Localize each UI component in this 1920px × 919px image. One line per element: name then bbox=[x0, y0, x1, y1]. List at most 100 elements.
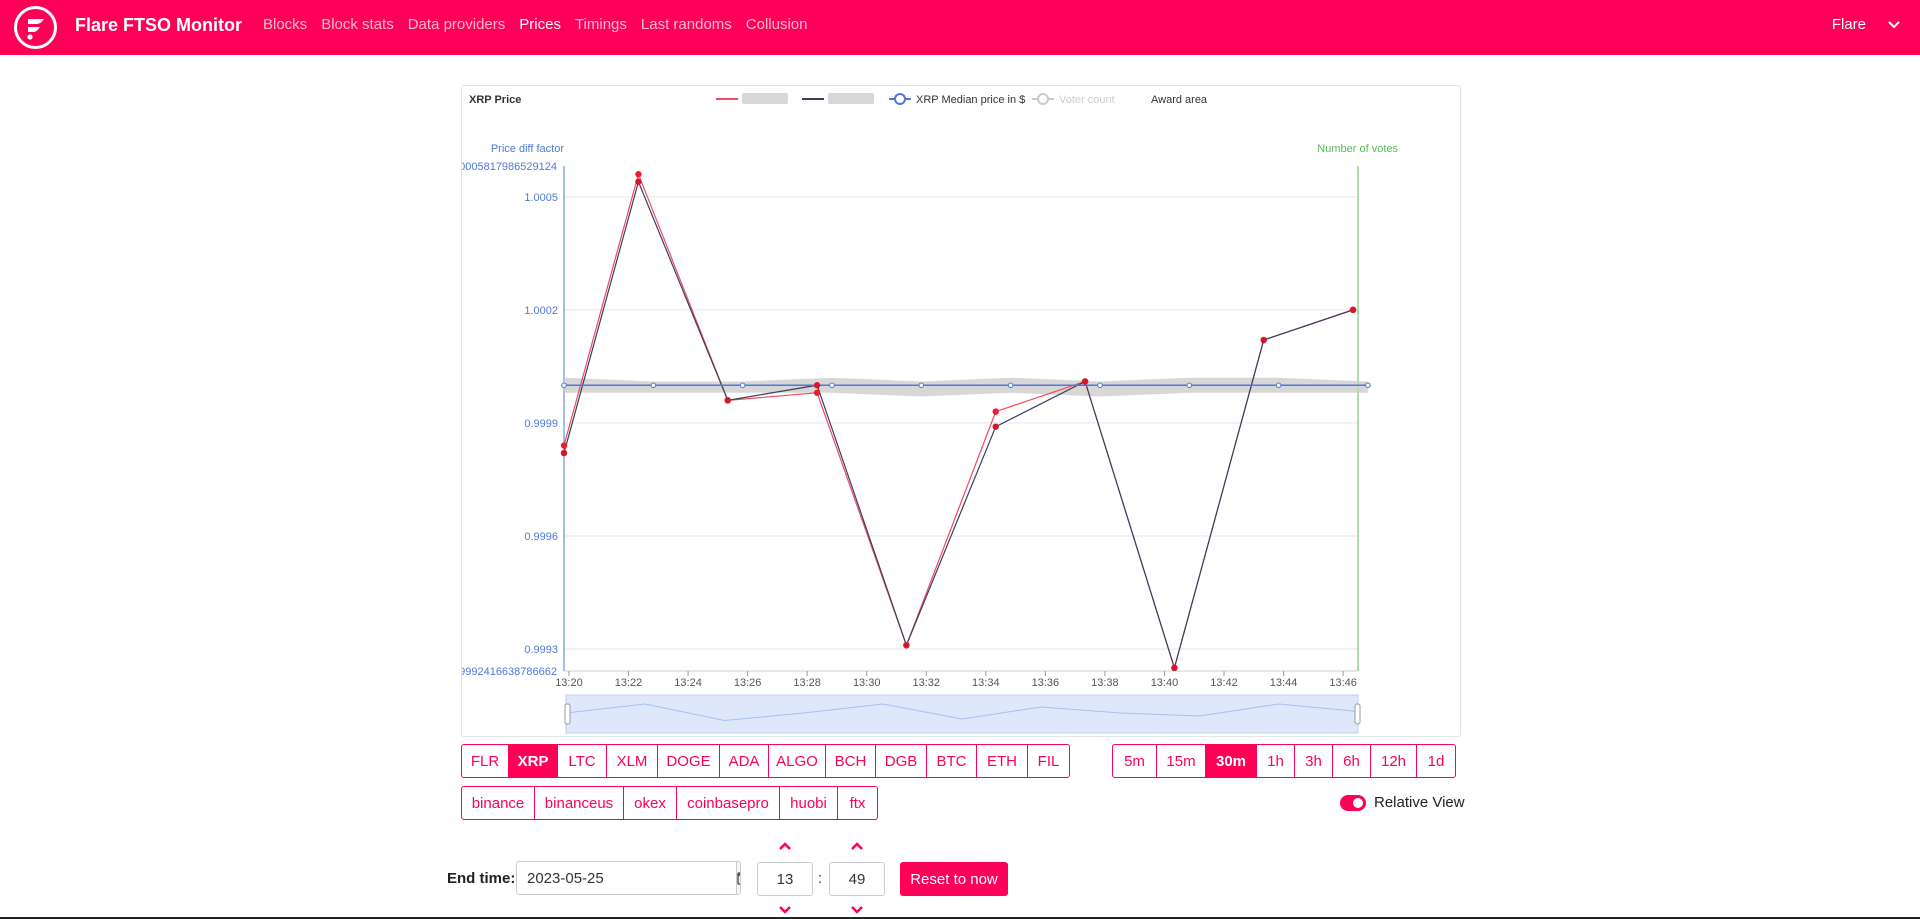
nav-block-stats[interactable]: Block stats bbox=[321, 16, 394, 33]
asset-button-ada[interactable]: ADA bbox=[719, 744, 769, 778]
flare-logo-icon[interactable] bbox=[13, 5, 58, 50]
x-tick-label: 13:34 bbox=[972, 677, 1000, 689]
legend-label-voter-count: Voter count bbox=[1059, 94, 1115, 106]
series-point bbox=[560, 442, 568, 449]
range-selector: 5m 15m 30m 1h 3h 6h 12h 1d bbox=[1112, 744, 1456, 778]
range-button-12h[interactable]: 12h bbox=[1370, 744, 1417, 778]
time-separator: : bbox=[818, 870, 823, 887]
asset-button-bch[interactable]: BCH bbox=[825, 744, 876, 778]
legend-series-name-redacted bbox=[742, 93, 788, 104]
series-point bbox=[992, 408, 999, 415]
x-tick-label: 13:40 bbox=[1151, 677, 1179, 689]
range-button-1h[interactable]: 1h bbox=[1256, 744, 1295, 778]
series-point bbox=[813, 389, 821, 396]
main-nav: Blocks Block stats Data providers Prices Tim… bbox=[263, 16, 808, 33]
hour-input[interactable]: 13 bbox=[757, 862, 813, 896]
range-navigator-handle-left bbox=[564, 703, 571, 725]
range-button-30m[interactable]: 30m bbox=[1205, 744, 1257, 778]
nav-prices[interactable]: Prices bbox=[519, 16, 561, 33]
nav-timings[interactable]: Timings bbox=[575, 16, 627, 33]
series-point bbox=[635, 171, 642, 178]
asset-button-fil[interactable]: FIL bbox=[1027, 744, 1070, 778]
exchange-button-huobi[interactable]: huobi bbox=[779, 786, 838, 820]
award-area-band bbox=[564, 377, 1368, 397]
x-tick-label: 13:28 bbox=[793, 677, 821, 689]
minute-down-icon[interactable] bbox=[850, 905, 864, 915]
minute-input[interactable]: 49 bbox=[829, 862, 885, 896]
series-point bbox=[1171, 664, 1178, 672]
median-price-point bbox=[739, 382, 746, 389]
median-price-point bbox=[1275, 382, 1282, 389]
app-title[interactable]: Flare FTSO Monitor bbox=[75, 15, 242, 36]
hour-up-icon[interactable] bbox=[778, 841, 792, 851]
median-price-point bbox=[1365, 382, 1371, 389]
legend-votes-marker bbox=[1037, 93, 1049, 105]
network-selector[interactable]: Flare bbox=[1832, 16, 1900, 33]
legend-label-award-area: Award area bbox=[1151, 94, 1208, 106]
median-price-point bbox=[561, 382, 567, 389]
asset-button-btc[interactable]: BTC bbox=[926, 744, 977, 778]
y-tick-label: 0.9993 bbox=[524, 644, 558, 656]
nav-data-providers[interactable]: Data providers bbox=[408, 16, 506, 33]
range-button-3h[interactable]: 3h bbox=[1294, 744, 1333, 778]
exchange-button-coinbasepro[interactable]: coinbasepro bbox=[676, 786, 780, 820]
y-axis-title-left: Price diff factor bbox=[491, 143, 564, 155]
relative-view-toggle[interactable] bbox=[1340, 794, 1366, 811]
range-button-6h[interactable]: 6h bbox=[1332, 744, 1371, 778]
reset-to-now-button[interactable]: Reset to now bbox=[900, 862, 1008, 896]
median-price-point bbox=[1007, 382, 1014, 389]
legend-median-marker bbox=[894, 93, 906, 105]
asset-button-dgb[interactable]: DGB bbox=[875, 744, 927, 778]
x-tick-label: 13:26 bbox=[734, 677, 762, 689]
y-max-label: 1.0005817986529124 bbox=[462, 161, 557, 173]
nav-last-randoms[interactable]: Last randoms bbox=[641, 16, 732, 33]
range-button-5m[interactable]: 5m bbox=[1112, 744, 1157, 778]
x-tick-label: 13:22 bbox=[615, 677, 643, 689]
asset-button-xrp[interactable]: XRP bbox=[508, 744, 558, 778]
median-price-point bbox=[650, 382, 657, 389]
asset-button-xlm[interactable]: XLM bbox=[606, 744, 658, 778]
median-price-point bbox=[1186, 382, 1193, 389]
series-point bbox=[1349, 306, 1357, 314]
series-point bbox=[813, 382, 821, 389]
network-name: Flare bbox=[1831, 16, 1866, 33]
x-tick-label: 13:46 bbox=[1329, 677, 1357, 689]
nav-collusion[interactable]: Collusion bbox=[746, 16, 808, 33]
legend-label-median: XRP Median price in $ bbox=[916, 94, 1025, 106]
exchange-button-binance[interactable]: binance bbox=[461, 786, 535, 820]
exchange-button-okex[interactable]: okex bbox=[623, 786, 677, 820]
price-chart[interactable]: XRP Price XRP Median price in $ Voter coun… bbox=[462, 86, 1460, 736]
series-line bbox=[563, 172, 1354, 670]
series-point bbox=[992, 423, 999, 430]
series-point bbox=[903, 642, 910, 649]
asset-button-flr[interactable]: FLR bbox=[461, 744, 509, 778]
x-tick-label: 13:36 bbox=[1032, 677, 1060, 689]
relative-view-label: Relative View bbox=[1374, 794, 1465, 811]
asset-button-algo[interactable]: ALGO bbox=[768, 744, 826, 778]
series-point bbox=[635, 178, 642, 185]
end-time-label: End time: bbox=[447, 870, 516, 887]
top-navbar: Flare FTSO Monitor Blocks Block stats Data… bbox=[0, 0, 1920, 55]
nav-blocks[interactable]: Blocks bbox=[263, 16, 307, 33]
x-tick-label: 13:38 bbox=[1091, 677, 1119, 689]
range-button-1d[interactable]: 1d bbox=[1416, 744, 1456, 778]
asset-button-ltc[interactable]: LTC bbox=[557, 744, 607, 778]
hour-down-icon[interactable] bbox=[778, 905, 792, 915]
legend-series-name-redacted bbox=[828, 93, 874, 104]
calendar-icon bbox=[737, 872, 740, 885]
minute-up-icon[interactable] bbox=[850, 841, 864, 851]
end-date-field bbox=[516, 861, 741, 895]
end-date-input[interactable] bbox=[517, 862, 736, 894]
chart-title: XRP Price bbox=[469, 94, 521, 106]
median-price-point bbox=[829, 382, 835, 389]
exchange-button-ftx[interactable]: ftx bbox=[837, 786, 878, 820]
series-point bbox=[1260, 336, 1267, 344]
series-line bbox=[563, 179, 1354, 670]
exchange-button-binanceus[interactable]: binanceus bbox=[534, 786, 624, 820]
asset-button-doge[interactable]: DOGE bbox=[657, 744, 720, 778]
x-tick-label: 13:32 bbox=[912, 677, 940, 689]
x-tick-label: 13:20 bbox=[555, 677, 583, 689]
asset-button-eth[interactable]: ETH bbox=[976, 744, 1028, 778]
calendar-button[interactable] bbox=[736, 862, 740, 894]
range-button-15m[interactable]: 15m bbox=[1156, 744, 1206, 778]
